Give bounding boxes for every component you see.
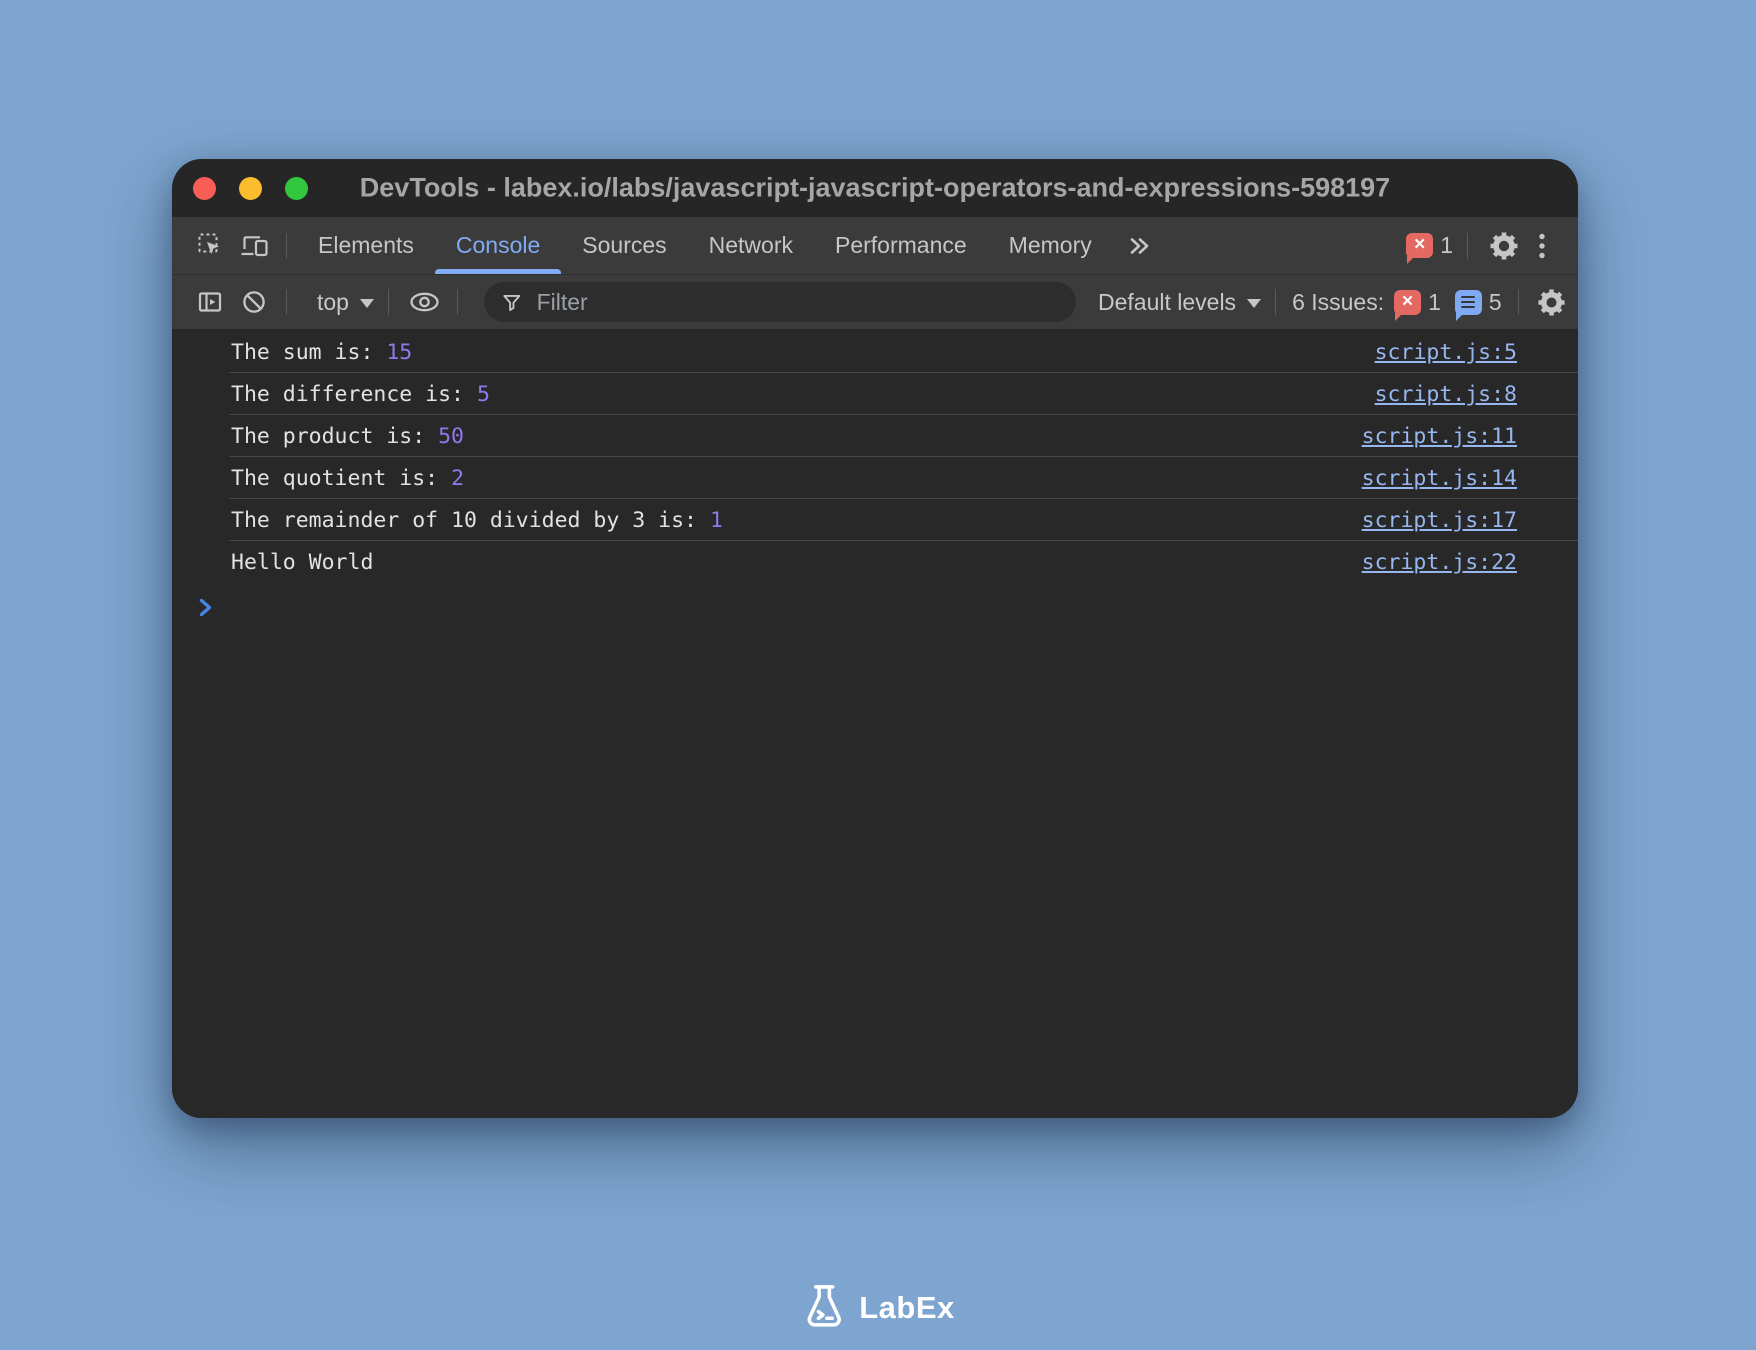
console-message-text: The product is: 50 — [231, 424, 464, 449]
divider — [1467, 233, 1468, 259]
console-message-row: The quotient is: 2 script.js:14 — [172, 457, 1578, 499]
more-tabs-button[interactable] — [1113, 224, 1165, 268]
divider — [286, 289, 287, 315]
prompt-chevron-icon — [199, 598, 212, 617]
devtools-window: DevTools - labex.io/labs/javascript-java… — [172, 159, 1578, 1118]
issues-label: 6 Issues: — [1292, 289, 1384, 316]
tab-elements[interactable]: Elements — [297, 217, 435, 274]
eye-icon — [408, 290, 441, 314]
console-prompt[interactable] — [199, 598, 1578, 617]
context-selector[interactable]: top — [317, 289, 374, 316]
divider — [286, 233, 287, 259]
filter-box[interactable] — [484, 282, 1076, 322]
source-link[interactable]: script.js:8 — [1375, 382, 1517, 407]
gear-icon — [1489, 231, 1519, 261]
error-bubble-icon: × — [1406, 233, 1433, 258]
divider — [457, 289, 458, 315]
console-message-value: 15 — [386, 340, 412, 365]
issues-counter[interactable]: 6 Issues: × 1 5 — [1292, 289, 1502, 316]
brand-name: LabEx — [859, 1290, 955, 1326]
tab-sources[interactable]: Sources — [561, 217, 687, 274]
clear-console-icon — [241, 289, 267, 315]
source-link[interactable]: script.js:11 — [1362, 424, 1517, 449]
device-toolbar-icon — [240, 233, 268, 259]
console-message-text: The difference is: 5 — [231, 382, 490, 407]
console-sidebar-icon — [197, 290, 223, 314]
divider — [1518, 289, 1519, 315]
divider — [1275, 289, 1276, 315]
log-levels-selector[interactable]: Default levels — [1098, 289, 1261, 316]
message-bubble-icon — [1455, 290, 1482, 315]
traffic-lights — [193, 177, 308, 200]
labex-brand: LabEx — [801, 1283, 955, 1332]
console-message-value: 1 — [710, 508, 723, 533]
console-message-row: The sum is: 15 script.js:5 — [172, 331, 1578, 373]
titlebar: DevTools - labex.io/labs/javascript-java… — [172, 159, 1578, 217]
error-counter[interactable]: × 1 — [1406, 232, 1453, 259]
traffic-light-close-icon[interactable] — [193, 177, 216, 200]
caret-down-icon — [360, 299, 374, 308]
console-message-value: 5 — [477, 382, 490, 407]
source-link[interactable]: script.js:5 — [1375, 340, 1517, 365]
tab-performance[interactable]: Performance — [814, 217, 988, 274]
inspect-icon — [197, 232, 224, 259]
console-message-text: The quotient is: 2 — [231, 466, 464, 491]
issues-message-count: 5 — [1489, 289, 1502, 316]
log-levels-label: Default levels — [1098, 289, 1236, 316]
traffic-light-zoom-icon[interactable] — [285, 177, 308, 200]
inspect-element-button[interactable] — [188, 224, 232, 268]
console-output: The sum is: 15 script.js:5 The differenc… — [172, 329, 1578, 1118]
context-selector-label: top — [317, 289, 349, 316]
divider — [388, 289, 389, 315]
error-count: 1 — [1440, 232, 1453, 259]
filter-input[interactable] — [535, 288, 1058, 317]
source-link[interactable]: script.js:17 — [1362, 508, 1517, 533]
more-tabs-icon — [1126, 235, 1152, 257]
console-messages: The sum is: 15 script.js:5 The differenc… — [172, 331, 1578, 583]
filter-funnel-icon — [502, 292, 522, 313]
main-menu-button[interactable] — [1526, 224, 1558, 268]
tab-console[interactable]: Console — [435, 217, 561, 274]
console-settings-button[interactable] — [1533, 280, 1571, 324]
source-link[interactable]: script.js:22 — [1362, 550, 1517, 575]
live-expression-button[interactable] — [403, 280, 447, 324]
gear-icon — [1537, 288, 1566, 317]
caret-down-icon — [1247, 299, 1261, 308]
tab-memory[interactable]: Memory — [988, 217, 1113, 274]
labex-flask-icon — [801, 1283, 847, 1332]
console-message-row: The difference is: 5 script.js:8 — [172, 373, 1578, 415]
window-title: DevTools - labex.io/labs/javascript-java… — [360, 173, 1390, 204]
kebab-menu-icon — [1538, 232, 1546, 260]
device-toolbar-button[interactable] — [232, 224, 276, 268]
error-bubble-icon: × — [1394, 290, 1421, 315]
tab-network[interactable]: Network — [688, 217, 814, 274]
console-message-row: The remainder of 10 divided by 3 is: 1 s… — [172, 499, 1578, 541]
console-message-value: 2 — [451, 466, 464, 491]
panel-tabs: Elements Console Sources Network Perform… — [297, 217, 1113, 274]
settings-button[interactable] — [1482, 224, 1526, 268]
source-link[interactable]: script.js:14 — [1362, 466, 1517, 491]
console-message-text: The remainder of 10 divided by 3 is: 1 — [231, 508, 723, 533]
devtools-tabbar: Elements Console Sources Network Perform… — [172, 217, 1578, 274]
console-toolbar: top Default levels 6 Issues: × 1 — [172, 274, 1578, 329]
console-message-value: 50 — [438, 424, 464, 449]
traffic-light-minimize-icon[interactable] — [239, 177, 262, 200]
console-message-text: Hello World — [231, 550, 373, 575]
console-message-row: Hello World script.js:22 — [172, 541, 1578, 583]
issues-error-count: 1 — [1428, 289, 1441, 316]
console-sidebar-button[interactable] — [188, 280, 232, 324]
console-message-text: The sum is: 15 — [231, 340, 412, 365]
console-message-row: The product is: 50 script.js:11 — [172, 415, 1578, 457]
clear-console-button[interactable] — [232, 280, 276, 324]
